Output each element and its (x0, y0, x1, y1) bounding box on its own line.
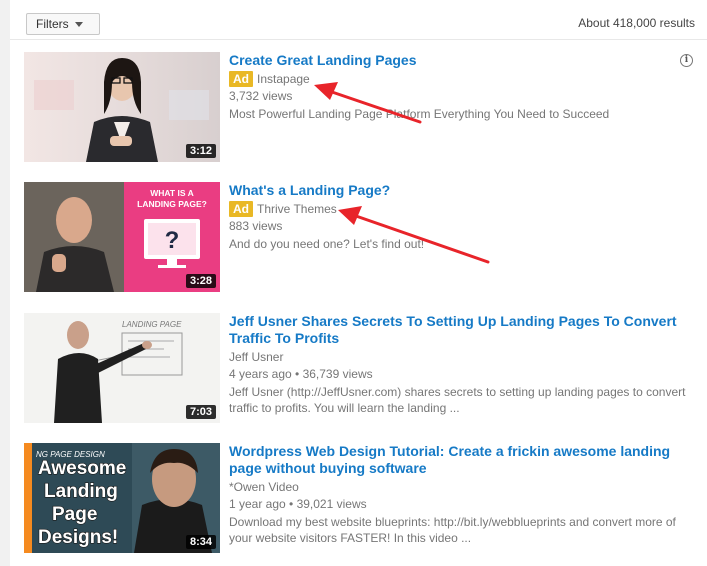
video-description: Most Powerful Landing Page Platform Ever… (229, 107, 610, 121)
video-description: Download my best website blueprints: htt… (229, 515, 676, 545)
video-title-link[interactable]: Jeff Usner Shares Secrets To Setting Up … (229, 313, 689, 347)
svg-text:WHAT IS A: WHAT IS A (150, 188, 193, 198)
result-item: WHAT IS A LANDING PAGE? ? 3:28 What's a … (24, 182, 694, 294)
result-item: NG PAGE DESIGN Awesome Landing Page Desi… (24, 443, 694, 555)
video-duration: 8:34 (185, 535, 216, 549)
svg-text:?: ? (165, 227, 180, 254)
video-duration: 3:28 (185, 274, 216, 288)
svg-text:Page: Page (52, 504, 97, 525)
filters-button[interactable]: Filters (26, 13, 100, 35)
video-stats: 883 views (229, 219, 283, 233)
result-meta: Jeff Usner Shares Secrets To Setting Up … (229, 313, 689, 416)
svg-text:Awesome: Awesome (38, 458, 126, 479)
ad-badge: Ad (229, 201, 253, 217)
chevron-down-icon (74, 21, 83, 27)
result-meta: What's a Landing Page? Ad Thrive Themes … (229, 182, 689, 252)
video-description: And do you need one? Let's find out! (229, 237, 425, 251)
video-duration: 3:12 (185, 144, 216, 158)
channel-name[interactable]: Instapage (257, 71, 310, 87)
toolbar-divider (10, 39, 707, 40)
result-item: 3:12 Create Great Landing Pages Ad Insta… (24, 52, 694, 164)
channel-row: Ad Thrive Themes (229, 201, 689, 217)
video-stats: 3,732 views (229, 89, 293, 103)
result-item: LANDING PAGE 7:03 Jeff Usner Shares Secr… (24, 313, 694, 425)
video-thumbnail[interactable]: LANDING PAGE 7:03 (24, 313, 220, 423)
video-thumbnail[interactable]: WHAT IS A LANDING PAGE? ? 3:28 (24, 182, 220, 292)
ad-badge: Ad (229, 71, 253, 87)
video-title-link[interactable]: What's a Landing Page? (229, 182, 689, 199)
video-thumbnail[interactable]: NG PAGE DESIGN Awesome Landing Page Desi… (24, 443, 220, 553)
video-duration: 7:03 (185, 405, 216, 419)
svg-text:LANDING PAGE: LANDING PAGE (122, 320, 182, 329)
channel-row: Jeff Usner (229, 349, 689, 365)
channel-name[interactable]: Jeff Usner (229, 349, 283, 365)
results-count: About 418,000 results (578, 16, 695, 30)
svg-text:Landing: Landing (44, 481, 118, 502)
video-description: Jeff Usner (http://JeffUsner.com) shares… (229, 385, 686, 415)
filters-label: Filters (36, 17, 69, 31)
svg-text:Designs!: Designs! (38, 527, 118, 548)
video-thumbnail[interactable]: 3:12 (24, 52, 220, 162)
video-stats: 4 years ago • 36,739 views (229, 367, 373, 381)
video-title-link[interactable]: Wordpress Web Design Tutorial: Create a … (229, 443, 689, 477)
channel-name[interactable]: *Owen Video (229, 479, 299, 495)
video-title-link[interactable]: Create Great Landing Pages (229, 52, 689, 69)
search-results-panel: Filters About 418,000 results i 3:12 Cre… (10, 0, 707, 566)
svg-text:LANDING PAGE?: LANDING PAGE? (137, 199, 207, 209)
channel-row: *Owen Video (229, 479, 689, 495)
video-stats: 1 year ago • 39,021 views (229, 497, 367, 511)
channel-name[interactable]: Thrive Themes (257, 201, 337, 217)
channel-row: Ad Instapage (229, 71, 689, 87)
result-meta: Create Great Landing Pages Ad Instapage … (229, 52, 689, 122)
result-meta: Wordpress Web Design Tutorial: Create a … (229, 443, 689, 546)
